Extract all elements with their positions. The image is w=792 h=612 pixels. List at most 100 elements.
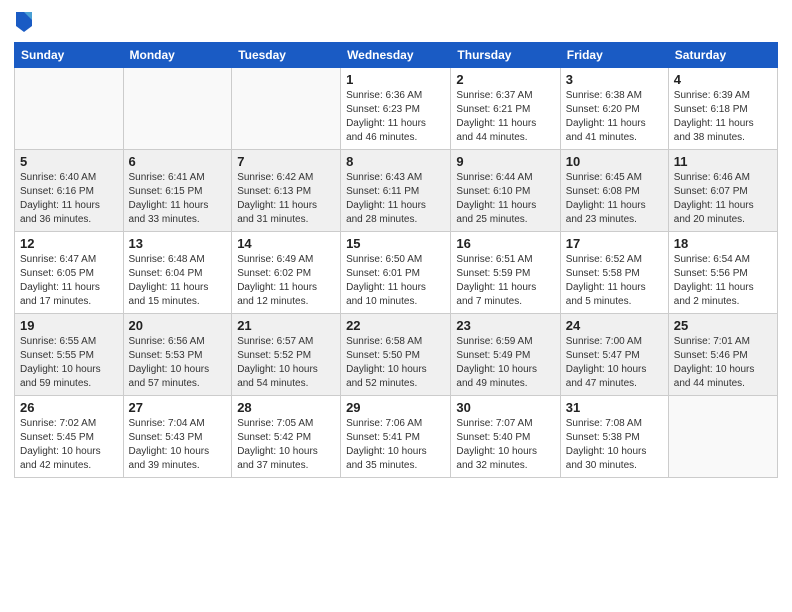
day-number: 25	[674, 318, 772, 333]
calendar-cell: 24 Sunrise: 7:00 AM Sunset: 5:47 PM Dayli…	[560, 314, 668, 396]
day-info: Sunrise: 6:44 AM Sunset: 6:10 PM Dayligh…	[456, 171, 554, 227]
calendar-cell: 19 Sunrise: 6:55 AM Sunset: 5:55 PM Dayli…	[15, 314, 124, 396]
weekday-header-sunday: Sunday	[15, 43, 124, 68]
day-number: 13	[129, 236, 227, 251]
day-number: 15	[346, 236, 445, 251]
day-number: 31	[566, 400, 663, 415]
day-info: Sunrise: 6:40 AM Sunset: 6:16 PM Dayligh…	[20, 171, 118, 227]
calendar-cell: 25 Sunrise: 7:01 AM Sunset: 5:46 PM Dayli…	[668, 314, 777, 396]
calendar-cell: 13 Sunrise: 6:48 AM Sunset: 6:04 PM Dayli…	[123, 232, 232, 314]
day-number: 30	[456, 400, 554, 415]
calendar-cell: 3 Sunrise: 6:38 AM Sunset: 6:20 PM Daylig…	[560, 68, 668, 150]
day-number: 18	[674, 236, 772, 251]
logo	[14, 10, 38, 34]
calendar-cell: 8 Sunrise: 6:43 AM Sunset: 6:11 PM Daylig…	[341, 150, 451, 232]
day-number: 28	[237, 400, 335, 415]
calendar-cell: 9 Sunrise: 6:44 AM Sunset: 6:10 PM Daylig…	[451, 150, 560, 232]
day-info: Sunrise: 7:07 AM Sunset: 5:40 PM Dayligh…	[456, 417, 554, 473]
day-number: 21	[237, 318, 335, 333]
calendar-cell	[15, 68, 124, 150]
calendar-cell: 16 Sunrise: 6:51 AM Sunset: 5:59 PM Dayli…	[451, 232, 560, 314]
calendar-cell: 29Sunrise: 7:06 AM Sunset: 5:41 PM Dayli…	[341, 396, 451, 478]
day-number: 8	[346, 154, 445, 169]
calendar-cell: 10 Sunrise: 6:45 AM Sunset: 6:08 PM Dayli…	[560, 150, 668, 232]
calendar-cell	[668, 396, 777, 478]
day-info: Sunrise: 6:45 AM Sunset: 6:08 PM Dayligh…	[566, 171, 663, 227]
calendar-cell: 12 Sunrise: 6:47 AM Sunset: 6:05 PM Dayli…	[15, 232, 124, 314]
day-number: 3	[566, 72, 663, 87]
day-info: Sunrise: 6:51 AM Sunset: 5:59 PM Dayligh…	[456, 253, 554, 309]
day-number: 12	[20, 236, 118, 251]
calendar-cell: 11 Sunrise: 6:46 AM Sunset: 6:07 PM Dayli…	[668, 150, 777, 232]
day-info: Sunrise: 6:37 AM Sunset: 6:21 PM Dayligh…	[456, 89, 554, 145]
calendar-cell: 6 Sunrise: 6:41 AM Sunset: 6:15 PM Daylig…	[123, 150, 232, 232]
calendar-cell	[232, 68, 341, 150]
day-info: Sunrise: 7:06 AM Sunset: 5:41 PM Dayligh…	[346, 417, 445, 473]
day-info: Sunrise: 6:43 AM Sunset: 6:11 PM Dayligh…	[346, 171, 445, 227]
day-info: Sunrise: 6:50 AM Sunset: 6:01 PM Dayligh…	[346, 253, 445, 309]
calendar-cell: 14 Sunrise: 6:49 AM Sunset: 6:02 PM Dayli…	[232, 232, 341, 314]
day-number: 22	[346, 318, 445, 333]
day-info: Sunrise: 6:39 AM Sunset: 6:18 PM Dayligh…	[674, 89, 772, 145]
day-number: 1	[346, 72, 445, 87]
calendar-cell: 7 Sunrise: 6:42 AM Sunset: 6:13 PM Daylig…	[232, 150, 341, 232]
calendar-cell	[123, 68, 232, 150]
day-info: Sunrise: 6:52 AM Sunset: 5:58 PM Dayligh…	[566, 253, 663, 309]
calendar-cell: 26 Sunrise: 7:02 AM Sunset: 5:45 PM Dayli…	[15, 396, 124, 478]
day-number: 6	[129, 154, 227, 169]
day-info: Sunrise: 6:42 AM Sunset: 6:13 PM Dayligh…	[237, 171, 335, 227]
day-number: 7	[237, 154, 335, 169]
day-info: Sunrise: 7:00 AM Sunset: 5:47 PM Dayligh…	[566, 335, 663, 391]
day-info: Sunrise: 6:56 AM Sunset: 5:53 PM Dayligh…	[129, 335, 227, 391]
calendar-table: SundayMondayTuesdayWednesdayThursdayFrid…	[14, 42, 778, 478]
day-number: 14	[237, 236, 335, 251]
day-info: Sunrise: 6:38 AM Sunset: 6:20 PM Dayligh…	[566, 89, 663, 145]
day-info: Sunrise: 6:46 AM Sunset: 6:07 PM Dayligh…	[674, 171, 772, 227]
day-info: Sunrise: 7:08 AM Sunset: 5:38 PM Dayligh…	[566, 417, 663, 473]
calendar-cell: 27 Sunrise: 7:04 AM Sunset: 5:43 PM Dayli…	[123, 396, 232, 478]
day-number: 5	[20, 154, 118, 169]
calendar-cell: 23Sunrise: 6:59 AM Sunset: 5:49 PM Dayli…	[451, 314, 560, 396]
weekday-header-wednesday: Wednesday	[341, 43, 451, 68]
day-info: Sunrise: 6:47 AM Sunset: 6:05 PM Dayligh…	[20, 253, 118, 309]
day-number: 24	[566, 318, 663, 333]
week-row-5: 26 Sunrise: 7:02 AM Sunset: 5:45 PM Dayli…	[15, 396, 778, 478]
calendar-cell: 15 Sunrise: 6:50 AM Sunset: 6:01 PM Dayli…	[341, 232, 451, 314]
weekday-header-tuesday: Tuesday	[232, 43, 341, 68]
logo-icon	[14, 10, 34, 34]
week-row-1: 1Sunrise: 6:36 AM Sunset: 6:23 PM Daylig…	[15, 68, 778, 150]
day-info: Sunrise: 6:48 AM Sunset: 6:04 PM Dayligh…	[129, 253, 227, 309]
day-info: Sunrise: 7:02 AM Sunset: 5:45 PM Dayligh…	[20, 417, 118, 473]
day-info: Sunrise: 6:41 AM Sunset: 6:15 PM Dayligh…	[129, 171, 227, 227]
day-number: 20	[129, 318, 227, 333]
weekday-header-row: SundayMondayTuesdayWednesdayThursdayFrid…	[15, 43, 778, 68]
day-info: Sunrise: 6:57 AM Sunset: 5:52 PM Dayligh…	[237, 335, 335, 391]
calendar-cell: 4Sunrise: 6:39 AM Sunset: 6:18 PM Daylig…	[668, 68, 777, 150]
week-row-2: 5 Sunrise: 6:40 AM Sunset: 6:16 PM Daylig…	[15, 150, 778, 232]
day-info: Sunrise: 6:59 AM Sunset: 5:49 PM Dayligh…	[456, 335, 554, 391]
day-number: 16	[456, 236, 554, 251]
day-info: Sunrise: 7:04 AM Sunset: 5:43 PM Dayligh…	[129, 417, 227, 473]
day-number: 11	[674, 154, 772, 169]
weekday-header-monday: Monday	[123, 43, 232, 68]
day-number: 19	[20, 318, 118, 333]
day-info: Sunrise: 6:58 AM Sunset: 5:50 PM Dayligh…	[346, 335, 445, 391]
day-number: 2	[456, 72, 554, 87]
day-number: 27	[129, 400, 227, 415]
day-number: 26	[20, 400, 118, 415]
day-number: 10	[566, 154, 663, 169]
weekday-header-thursday: Thursday	[451, 43, 560, 68]
day-info: Sunrise: 7:01 AM Sunset: 5:46 PM Dayligh…	[674, 335, 772, 391]
day-info: Sunrise: 7:05 AM Sunset: 5:42 PM Dayligh…	[237, 417, 335, 473]
weekday-header-friday: Friday	[560, 43, 668, 68]
calendar-cell: 1Sunrise: 6:36 AM Sunset: 6:23 PM Daylig…	[341, 68, 451, 150]
week-row-4: 19 Sunrise: 6:55 AM Sunset: 5:55 PM Dayli…	[15, 314, 778, 396]
day-info: Sunrise: 6:55 AM Sunset: 5:55 PM Dayligh…	[20, 335, 118, 391]
calendar-cell: 30 Sunrise: 7:07 AM Sunset: 5:40 PM Dayli…	[451, 396, 560, 478]
calendar-cell: 28 Sunrise: 7:05 AM Sunset: 5:42 PM Dayli…	[232, 396, 341, 478]
calendar-cell: 5 Sunrise: 6:40 AM Sunset: 6:16 PM Daylig…	[15, 150, 124, 232]
day-number: 9	[456, 154, 554, 169]
day-info: Sunrise: 6:54 AM Sunset: 5:56 PM Dayligh…	[674, 253, 772, 309]
weekday-header-saturday: Saturday	[668, 43, 777, 68]
day-info: Sunrise: 6:49 AM Sunset: 6:02 PM Dayligh…	[237, 253, 335, 309]
